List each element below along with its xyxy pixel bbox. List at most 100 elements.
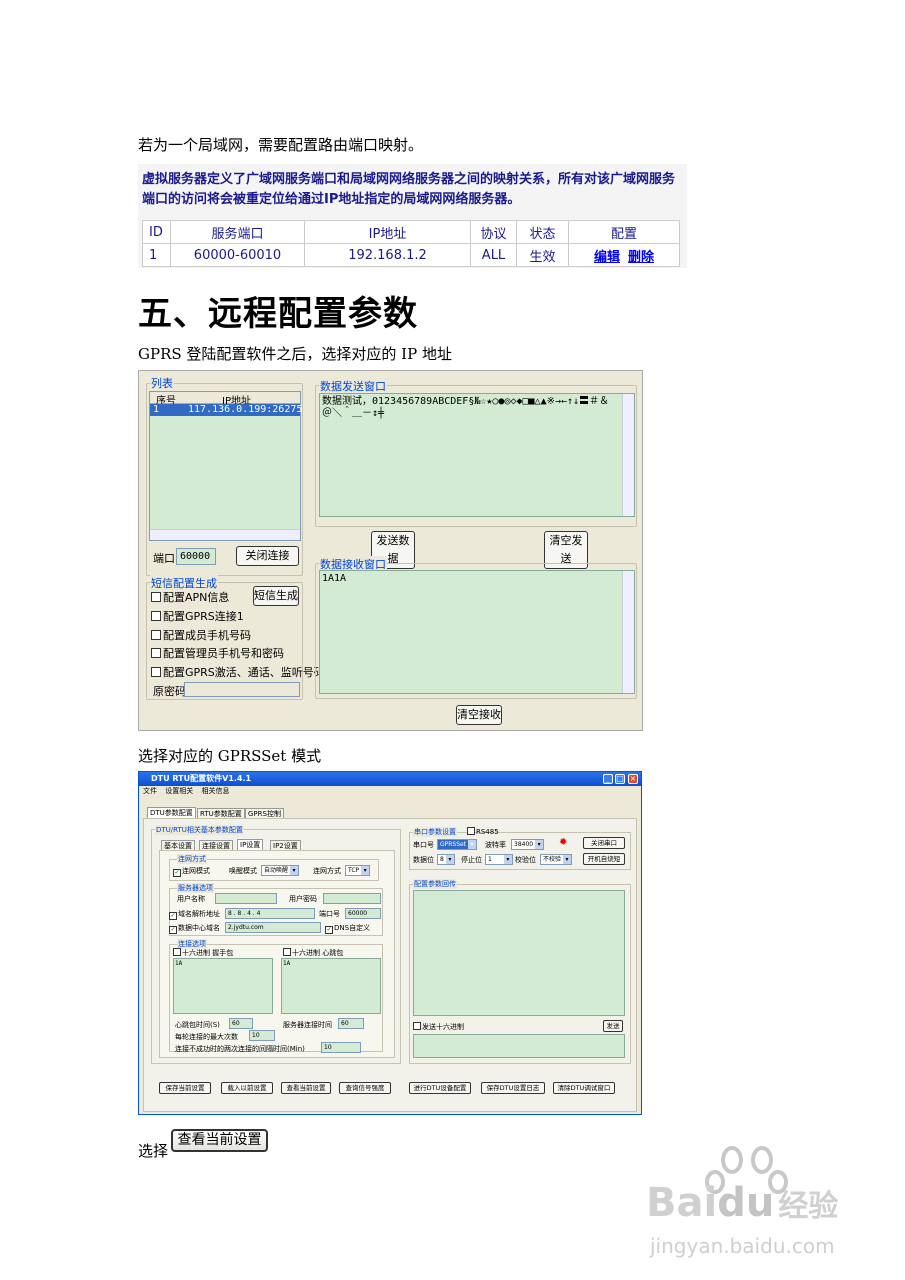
tab-dtu-params[interactable]: DTU参数配置 — [147, 807, 196, 818]
port-no-label: 端口号 — [319, 910, 340, 918]
menu-info[interactable]: 相关信息 — [201, 787, 229, 795]
send-textarea[interactable]: 数据测试，0123456789ABCDEF§№☆★○●◎◇◆□■△▲※→←↑↓〓… — [319, 393, 635, 517]
save-log-button[interactable]: 保存DTU设置日志 — [481, 1082, 545, 1094]
com-label: 串口号 — [413, 841, 434, 849]
query-signal-button[interactable]: 查询信号强度 — [339, 1082, 391, 1094]
port-mapping-table: ID 服务端口 IP地址 协议 状态 配置 1 60000-60010 192.… — [142, 220, 680, 267]
hb-time-label: 心跳包时间(S) — [175, 1021, 220, 1029]
data-bits-label: 数据位 — [413, 856, 434, 864]
recv-scrollbar[interactable] — [622, 571, 634, 693]
send-button[interactable]: 发送 — [603, 1020, 623, 1032]
interval-label: 连接不成功时的两次连接的间隔时间(Min) — [175, 1045, 305, 1053]
hex-heartbeat-checkbox[interactable]: 十六进制 心跳包 — [283, 948, 343, 958]
baud-select[interactable]: 38400 — [511, 839, 545, 850]
list-row-selected[interactable]: 1 117.136.0.199:26275 — [150, 404, 302, 416]
stop-bits-select[interactable]: 1 — [485, 854, 513, 865]
table-row: 1 60000-60010 192.168.1.2 ALL 生效 编辑 删除 — [142, 243, 680, 267]
apn-checkbox[interactable]: 配置APN信息 — [151, 589, 229, 605]
watermark-brand: Baidu 经验 — [646, 1180, 839, 1226]
srv-time-input[interactable]: 60 — [338, 1018, 364, 1029]
recv-textarea[interactable]: 1A1A — [319, 570, 635, 694]
send-textarea2[interactable] — [413, 1034, 625, 1058]
hex-handshake-checkbox[interactable]: 十六进制 握手包 — [173, 948, 233, 958]
gprs-server-window: 列表 序号 IP地址 1 117.136.0.199:26275 端口 6000… — [138, 370, 643, 731]
boot-button[interactable]: 开机自烧短 — [583, 853, 625, 865]
baidu-watermark: Baidu 经验 jingyan.baidu.com — [640, 1140, 860, 1280]
col-protocol: 协议 — [470, 220, 517, 244]
send-hex-checkbox[interactable]: 发送十六进制 — [413, 1022, 464, 1032]
edit-link[interactable]: 编辑 — [594, 250, 620, 265]
minimize-button[interactable]: _ — [603, 774, 613, 784]
net-mode-label: 连网方式 — [313, 867, 341, 875]
rs485-checkbox[interactable]: RS485 — [467, 827, 499, 836]
close-connection-button[interactable]: 关闭连接 — [236, 546, 299, 566]
save-settings-button[interactable]: 保存当前设置 — [159, 1082, 211, 1094]
select-text: 选择 — [138, 1142, 169, 1160]
userpwd-label: 用户密码 — [289, 895, 317, 903]
send-scrollbar[interactable] — [622, 394, 634, 516]
view-current-settings-button[interactable]: 查看当前设置 — [171, 1129, 268, 1152]
pwd-label: 原密码 — [153, 685, 186, 698]
dtu-config-button[interactable]: 进行DTU设备配置 — [409, 1082, 471, 1094]
maximize-button[interactable]: □ — [615, 774, 625, 784]
recv-text: 1A1A — [322, 573, 347, 584]
clear-recv-button[interactable]: 清空接收 — [456, 705, 502, 725]
username-input[interactable] — [215, 893, 277, 904]
connection-list[interactable]: 序号 IP地址 1 117.136.0.199:26275 — [149, 391, 302, 541]
port-no-input[interactable]: 60000 — [345, 908, 381, 919]
dtu-config-window: DTU RTU配置软件V1.4.1 _ □ × 文件 设置相关 相关信息 DTU… — [138, 771, 642, 1115]
list-hscrollbar[interactable] — [150, 529, 300, 540]
wake-mode-label: 唤醒模式 — [229, 867, 257, 875]
close-button[interactable]: × — [628, 774, 638, 784]
retry-input[interactable]: 10 — [249, 1030, 275, 1041]
col-config: 配置 — [568, 220, 680, 244]
subtab-ip[interactable]: IP设置 — [237, 839, 264, 850]
handshake-textarea[interactable]: 1A — [173, 958, 273, 1014]
parity-label: 校验位 — [515, 856, 536, 864]
list-group-label: 列表 — [150, 375, 174, 391]
menu-settings[interactable]: 设置相关 — [165, 787, 193, 795]
window-title: DTU RTU配置软件V1.4.1 — [151, 774, 252, 783]
center-domain-input[interactable]: 2.jydtu.com — [225, 922, 321, 933]
net-mode-select[interactable]: TCP — [345, 865, 371, 876]
load-settings-button[interactable]: 载入以前设置 — [221, 1082, 273, 1094]
member-phone-checkbox[interactable]: 配置成员手机号码 — [151, 627, 251, 643]
cell-protocol: ALL — [470, 243, 517, 267]
data-bits-select[interactable]: 8 — [437, 854, 455, 865]
username-label: 用户名称 — [177, 895, 205, 903]
send-text: 数据测试，0123456789ABCDEF§№☆★○●◎◇◆□■△▲※→←↑↓〓… — [322, 396, 610, 419]
interval-input[interactable]: 10 — [321, 1042, 361, 1053]
clear-debug-button[interactable]: 清除DTU调试窗口 — [553, 1082, 615, 1094]
dns-ip-input[interactable]: 8 . 8 . 4 . 4 — [225, 908, 315, 919]
view-settings-button[interactable]: 查看当前设置 — [281, 1082, 331, 1094]
dns-custom-checkbox[interactable]: DNS自定义 — [325, 923, 370, 934]
cell-id: 1 — [142, 243, 171, 267]
userpwd-input[interactable] — [323, 893, 381, 904]
srv-time-label: 服务器连接时间 — [283, 1021, 332, 1029]
server-label: 服务器选项 — [177, 883, 214, 893]
wake-mode-select[interactable]: 自动唤醒 — [261, 865, 300, 876]
always-online-checkbox[interactable]: 连网模式 — [173, 866, 210, 877]
cfg-return-textarea[interactable] — [413, 890, 625, 1016]
sms-generate-button[interactable]: 短信生成 — [253, 586, 299, 606]
hb-time-input[interactable]: 60 — [229, 1018, 253, 1029]
old-password-input[interactable] — [184, 682, 300, 697]
gprs-connect-checkbox[interactable]: 配置GPRS连接1 — [151, 608, 244, 624]
col-ip: IP地址 — [304, 220, 471, 244]
stop-bits-label: 停止位 — [461, 856, 482, 864]
close-com-button[interactable]: 关闭串口 — [583, 837, 625, 849]
delete-link[interactable]: 删除 — [628, 250, 654, 265]
heartbeat-textarea[interactable]: 1A — [281, 958, 381, 1014]
gprs-activate-checkbox[interactable]: 配置GPRS激活、通话、监听号码 — [151, 664, 325, 680]
row-no: 1 — [153, 404, 160, 415]
conn-mode-label: 连网方式 — [177, 854, 207, 864]
admin-phone-checkbox[interactable]: 配置管理员手机号和密码 — [151, 645, 284, 661]
com-select[interactable]: GPRSSet — [437, 839, 478, 850]
parity-select[interactable]: 不校验 — [540, 854, 573, 865]
center-domain-checkbox[interactable]: 数据中心域名 — [169, 923, 220, 934]
dns-checkbox[interactable]: 域名解析地址 — [169, 909, 220, 920]
retry-label: 每轮连接的最大次数 — [175, 1033, 238, 1041]
menu-file[interactable]: 文件 — [143, 787, 157, 795]
port-input[interactable]: 60000 — [176, 548, 216, 565]
watermark-url: jingyan.baidu.com — [650, 1234, 835, 1258]
